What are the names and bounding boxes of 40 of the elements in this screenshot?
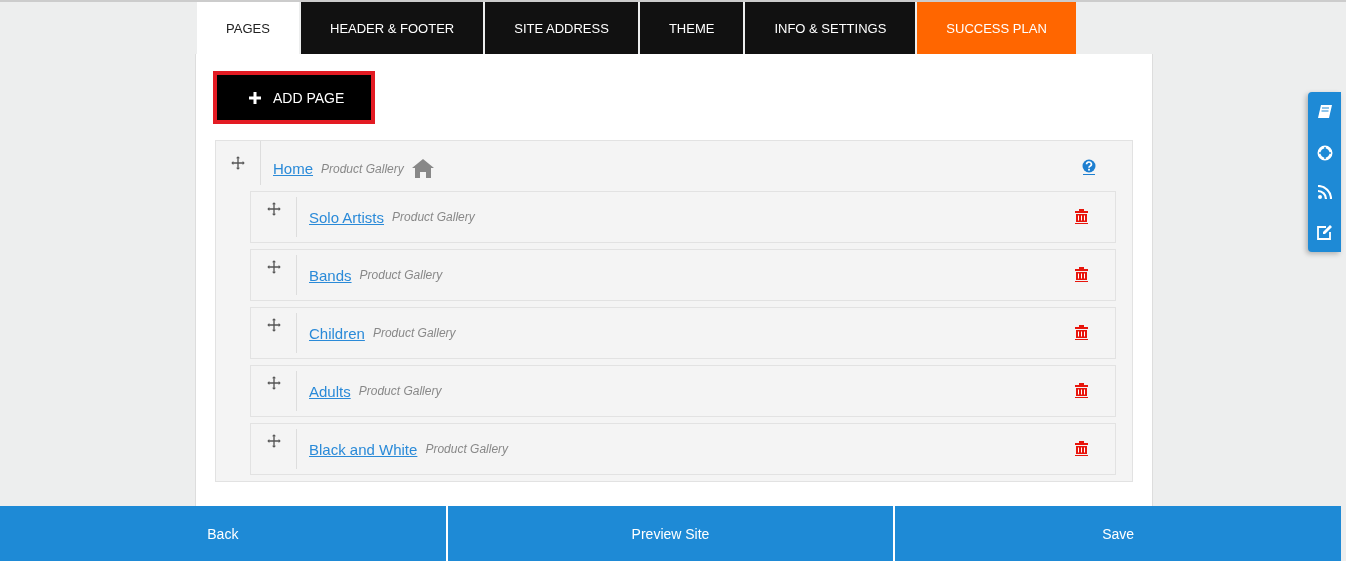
tab[interactable]: PAGES (197, 2, 299, 54)
trash-icon[interactable] (1075, 209, 1088, 224)
trash-icon[interactable] (1075, 383, 1088, 398)
tab[interactable]: SITE ADDRESS (485, 2, 638, 54)
page-link[interactable]: Adults (309, 382, 351, 400)
move-icon[interactable] (265, 317, 282, 333)
page-link[interactable]: Bands (309, 266, 352, 284)
book-icon[interactable] (1316, 104, 1333, 121)
move-icon[interactable] (265, 201, 282, 217)
page-type: Product Gallery (425, 442, 509, 456)
page-type: Product Gallery (358, 384, 442, 398)
move-icon[interactable] (265, 375, 282, 391)
page-link[interactable]: Home (273, 160, 313, 177)
page-type: Product Gallery (392, 210, 475, 224)
trash-icon[interactable] (1075, 267, 1088, 282)
tab[interactable]: INFO & SETTINGS (745, 2, 916, 54)
move-icon[interactable] (230, 155, 246, 171)
house-icon (411, 159, 434, 178)
lifebuoy-icon[interactable] (1316, 144, 1333, 161)
rss-icon[interactable] (1317, 185, 1332, 200)
move-icon[interactable] (265, 433, 282, 449)
page-link[interactable]: Black and White (309, 440, 418, 458)
footer-button[interactable]: Preview Site (447, 506, 894, 561)
footer-button[interactable]: Back (0, 506, 446, 561)
page-type: Product Gallery (372, 326, 456, 340)
tab[interactable]: HEADER & FOOTER (301, 2, 484, 54)
tab[interactable]: SUCCESS PLAN (917, 2, 1076, 54)
trash-icon[interactable] (1075, 441, 1088, 456)
page-type: Product Gallery (359, 268, 443, 282)
footer-button[interactable]: Save (895, 506, 1341, 561)
page-link[interactable]: Solo Artists (309, 208, 385, 226)
page-link[interactable]: Children (309, 324, 365, 342)
page-type: Product Gallery (321, 161, 404, 176)
edit-icon[interactable] (1316, 223, 1333, 240)
move-icon[interactable] (265, 259, 282, 275)
tab[interactable]: THEME (639, 2, 744, 54)
add-page-button[interactable]: ADD PAGE (213, 71, 375, 124)
plus-icon (249, 91, 261, 104)
trash-icon[interactable] (1075, 325, 1088, 340)
help-icon[interactable] (1082, 159, 1096, 175)
